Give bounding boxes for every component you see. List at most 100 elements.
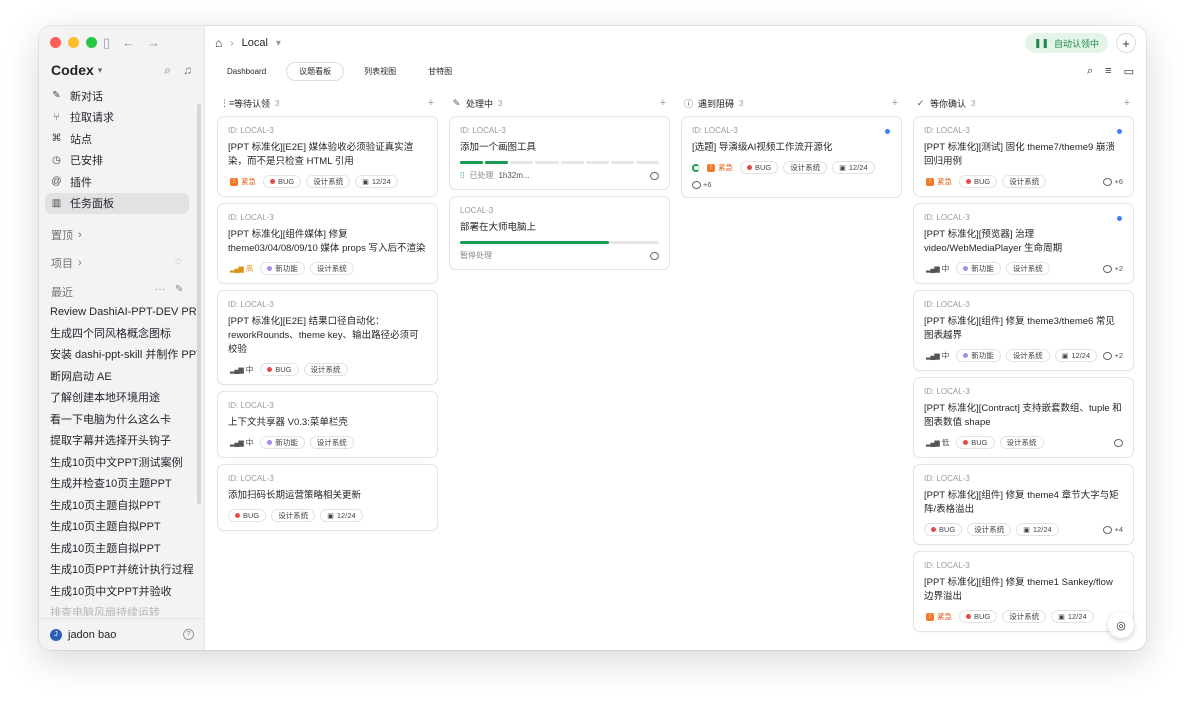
card-title: [PPT 标准化][组件] 修复 theme3/theme6 常见图表越界 — [924, 316, 1115, 341]
filter-icon[interactable]: ≡ — [1105, 65, 1111, 78]
sidebar-item-scheduled[interactable]: ◷ 已安排 — [45, 150, 189, 171]
chevron-down-icon[interactable]: ▾ — [276, 38, 281, 49]
recent-thread-item[interactable]: Review DashiAI-PPT-DEV PR — [45, 302, 197, 324]
unread-dot — [1117, 216, 1122, 221]
clock-icon: ◷ — [52, 154, 61, 166]
zoom-window-button[interactable] — [86, 37, 97, 48]
sidebar-item-new-chat[interactable]: ✎ 新对话 — [45, 85, 189, 106]
issue-card[interactable]: ID: LOCAL-3 [PPT 标准化][组件] 修复 theme3/theme… — [913, 290, 1134, 371]
comment-button[interactable] — [650, 251, 659, 260]
minimize-window-button[interactable] — [68, 37, 79, 48]
recent-thread-item[interactable]: 生成10页主题自拟PPT — [45, 496, 197, 518]
due-date-label: 12/24 — [1067, 612, 1087, 621]
tag-chip: 设计系统 — [1005, 349, 1050, 362]
pinned-section[interactable]: 置顶 › — [51, 227, 82, 243]
issue-card[interactable]: ID: LOCAL-3 [PPT 标准化][E2E] 媒体验收必须验证真实渲染，而… — [217, 116, 438, 197]
issue-card[interactable]: ID: LOCAL-3 [PPT 标准化][组件] 修复 theme1 Sanke… — [913, 551, 1134, 632]
add-button[interactable]: + — [1116, 33, 1136, 53]
recent-thread-item[interactable]: 生成并检查10页主题PPT — [45, 474, 197, 496]
issue-card[interactable]: ID: LOCAL-3 [PPT 标准化][组件媒体] 修复 theme03/04… — [217, 203, 438, 284]
recent-thread-item[interactable]: 排查电脑风扇持续运转 — [45, 603, 197, 616]
sidebar-scrollbar[interactable] — [197, 104, 201, 504]
priority-badge: ▂▄▆ 中 — [924, 349, 951, 362]
new-thread-icon[interactable]: ✎ — [175, 284, 183, 295]
recent-thread-item[interactable]: 生成10页PPT并统计执行过程 — [45, 560, 197, 582]
board-icon: ▥ — [51, 197, 62, 209]
issue-card[interactable]: ID: LOCAL-3 添加扫码长期运营策略相关更新 BUG 设计系统 ▣ 12/24 — [217, 464, 438, 531]
tag-chip: BUG — [228, 509, 267, 522]
signal-bars-icon: ▂▄▆ — [926, 352, 940, 360]
search-icon[interactable]: ⌕ — [1087, 65, 1093, 78]
issue-card[interactable]: ID: LOCAL-3 [PPT 标准化][Contract] 支持嵌套数组、tu… — [913, 377, 1134, 458]
back-arrow-icon[interactable]: ← — [122, 35, 135, 51]
tag-label: 新功能 — [971, 351, 994, 360]
pause-icon: ❚❚ — [1033, 37, 1049, 48]
issue-card[interactable]: ID: LOCAL-3 上下文共享器 V0.3:菜单栏壳 ▂▄▆ 中 新功能 设计系统 — [217, 391, 438, 458]
projects-label: 项目 — [51, 258, 73, 270]
card-title: [PPT 标准化][组件媒体] 修复 theme03/04/08/09/10 媒… — [228, 229, 426, 254]
recent-label: 最近 — [51, 287, 73, 299]
tab-gantt[interactable]: 甘特图 — [416, 62, 464, 81]
bell-icon[interactable]: ♫ — [183, 63, 192, 78]
comment-button[interactable]: +2 — [1103, 264, 1123, 273]
issue-card[interactable]: ID: LOCAL-3 添加一个画图工具 ⁞⁞ 已处理 1h32m... — [449, 116, 670, 190]
add-card-icon[interactable]: + — [660, 97, 670, 109]
comment-button[interactable] — [650, 171, 659, 180]
comment-button[interactable]: +4 — [1103, 525, 1123, 534]
issue-card[interactable]: ID: LOCAL-3 [PPT 标准化][预览器] 治理 video/WebMe… — [913, 203, 1134, 284]
tag-label: 设计系统 — [1009, 612, 1040, 621]
priority-label: 中 — [245, 438, 254, 447]
sidebar-item-task-board[interactable]: ▥ 任务面板 — [45, 192, 189, 214]
comment-button[interactable]: +6 — [1103, 177, 1123, 186]
card-tags: ▂▄▆ 中 新功能 设计系统 +2 — [924, 262, 1123, 275]
search-icon[interactable]: ⌕ — [164, 63, 171, 78]
recent-thread-item[interactable]: 断网启动 AE — [45, 367, 197, 389]
bug-dot-icon — [963, 440, 969, 445]
sidebar-item-pull-requests[interactable]: ⑂ 拉取请求 — [45, 107, 189, 128]
add-card-icon[interactable]: + — [892, 97, 902, 109]
card-id: ID: LOCAL-3 — [228, 213, 274, 222]
comment-button[interactable]: +2 — [1103, 351, 1123, 360]
issue-card[interactable]: ID: LOCAL-3 [PPT 标准化][组件] 修复 theme4 章节大字与… — [913, 464, 1134, 545]
sidebar-item-sites[interactable]: ⌘ 站点 — [45, 128, 189, 149]
recent-thread-item[interactable]: 生成10页中文PPT测试案例 — [45, 453, 197, 475]
issue-card[interactable]: ID: LOCAL-3 [PPT 标准化][E2E] 结果口径自动化：rework… — [217, 290, 438, 385]
comment-button[interactable]: +6 — [692, 180, 712, 189]
recent-thread-item[interactable]: 了解创建本地环境用途 — [45, 388, 197, 410]
sidebar-item-plugins[interactable]: @ 插件 — [45, 171, 189, 192]
forward-arrow-icon[interactable]: → — [147, 35, 160, 51]
recent-thread-item[interactable]: 看一下电脑为什么这么卡 — [45, 410, 197, 432]
recent-thread-item[interactable]: 安装 dashi-ppt-skill 并制作 PPT — [45, 345, 197, 367]
add-card-icon[interactable]: + — [428, 97, 438, 109]
recent-thread-item[interactable]: 生成10页主题自拟PPT — [45, 539, 197, 561]
progress-segment — [585, 161, 609, 164]
issue-card[interactable]: ID: LOCAL-3 [选题] 导演级AI视频工作流开源化! 紧急 BUG 设计系统 ▣… — [681, 116, 902, 198]
recent-thread-item[interactable]: 提取字幕并选择开头钩子 — [45, 431, 197, 453]
issue-card[interactable]: ID: LOCAL-3 [PPT 标准化][测试] 固化 theme7/theme… — [913, 116, 1134, 197]
issue-card[interactable]: LOCAL-3 部署在大师电脑上 暂停处理 — [449, 196, 670, 270]
projects-section[interactable]: 项目 › — [51, 255, 82, 271]
tab-list-view[interactable]: 列表视图 — [352, 62, 408, 81]
tag-chip: 设计系统 — [1002, 610, 1047, 623]
app-window: ▯ ← → Codex ▾ ⌕ ♫ ✎ 新对话 ⑂ 拉取请求 ⌘ 站点 ◷ 已安排 @ 插… — [39, 26, 1146, 650]
close-window-button[interactable] — [50, 37, 61, 48]
auto-claim-button[interactable]: ❚❚ 自动认领中 — [1024, 33, 1108, 53]
recent-thread-item[interactable]: 生成10页主题自拟PPT — [45, 517, 197, 539]
panel-toggle-icon[interactable]: ▭ — [1124, 65, 1134, 78]
add-card-icon[interactable]: + — [1124, 97, 1134, 109]
tab-dashboard[interactable]: Dashboard — [215, 62, 278, 81]
sidebar-toggle-icon[interactable]: ▯ — [103, 35, 110, 51]
breadcrumb[interactable]: Local — [242, 37, 268, 49]
workspace-switcher[interactable]: Codex ▾ — [51, 62, 102, 78]
recent-thread-item[interactable]: 生成四个同风格概念图标 — [45, 324, 197, 346]
tab-issue-board[interactable]: 议题看板 — [286, 62, 345, 81]
comment-button[interactable] — [1114, 438, 1123, 447]
chat-fab-button[interactable]: ◎ — [1108, 612, 1134, 638]
card-id: ID: LOCAL-3 — [924, 561, 970, 570]
user-profile[interactable]: J jadon bao ? — [39, 618, 205, 650]
more-icon[interactable]: ··· — [155, 284, 165, 295]
tag-chip: 新功能 — [956, 262, 1001, 275]
recent-thread-item[interactable]: 生成10页中文PPT并验收 — [45, 582, 197, 604]
help-icon[interactable]: ? — [183, 629, 194, 640]
home-icon[interactable]: ⌂ — [215, 36, 222, 50]
